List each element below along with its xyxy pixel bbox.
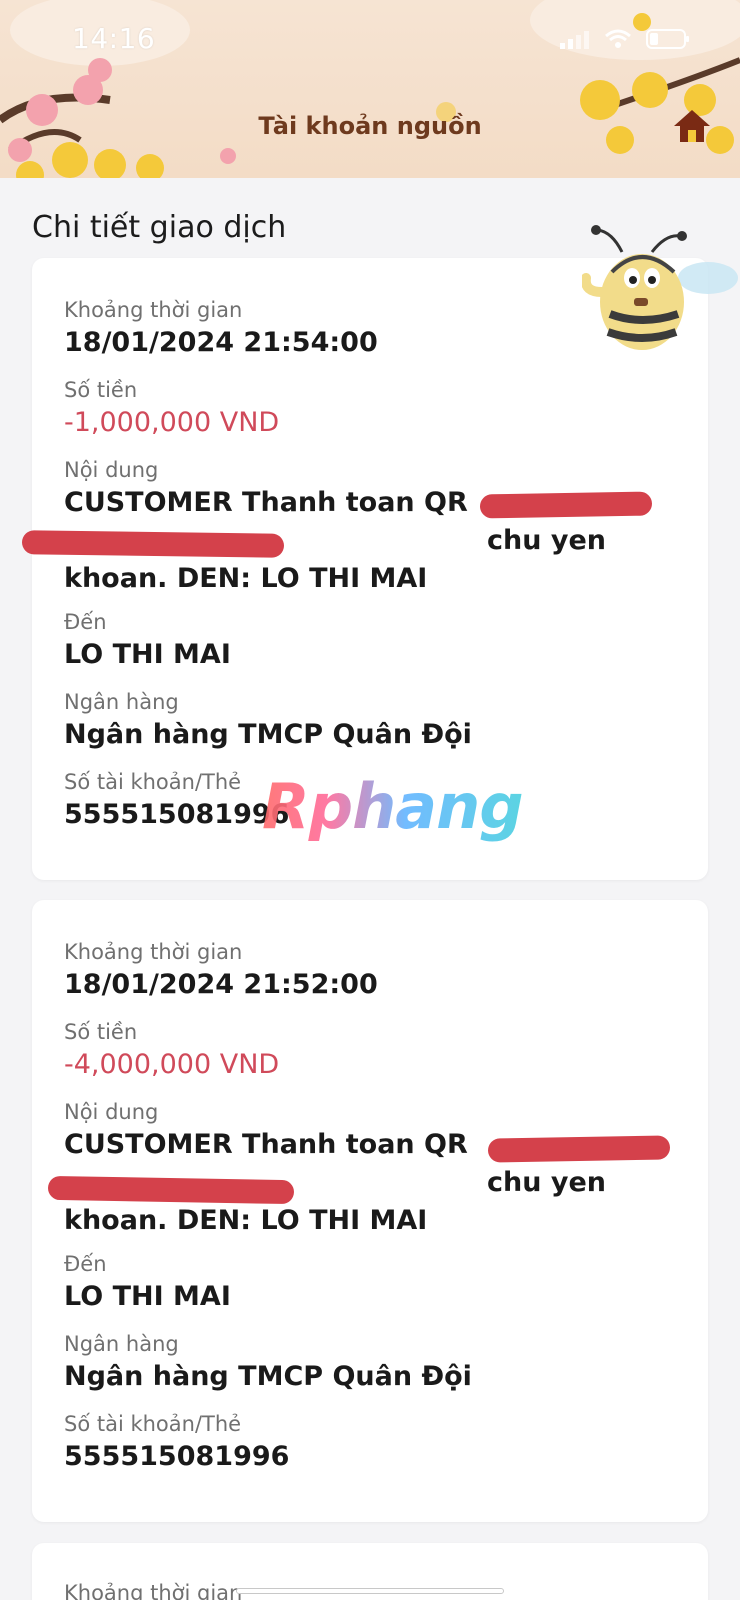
amount-value: -1,000,000 VND [64, 407, 280, 438]
bank-value: Ngân hàng TMCP Quân Đội [64, 1361, 472, 1392]
account-row: Số tài khoản/Thẻ 555515081996 [64, 1412, 678, 1476]
watermark-logo: Rphang [262, 770, 524, 843]
screen: 14:16 Tài khoản nguồn Chi tiết giao dịch… [0, 0, 740, 1600]
to-label: Đến [64, 1252, 107, 1276]
account-label: Số tài khoản/Thẻ [64, 1412, 242, 1436]
content-label: Nội dung [64, 1100, 159, 1124]
account-value: 555515081996 [64, 1441, 290, 1472]
transaction-card: Khoảng thời gian 18/01/2024 21:52:00 Số … [32, 900, 708, 1522]
bank-label: Ngân hàng [64, 1332, 179, 1356]
content-row: Nội dung CUSTOMER Thanh toan QR chu yen … [64, 1100, 678, 1240]
header: 14:16 Tài khoản nguồn [0, 0, 740, 178]
amount-row: Số tiền -4,000,000 VND [64, 1020, 678, 1084]
time-row: Khoảng thời gian 18/01/2024 21:52:00 [64, 940, 678, 1004]
bank-value: Ngân hàng TMCP Quân Đội [64, 719, 472, 750]
bee-mascot-icon [582, 225, 738, 350]
to-value: LO THI MAI [64, 639, 231, 670]
redaction-mark [479, 491, 653, 519]
signal-icon [560, 31, 589, 49]
home-icon [674, 110, 710, 142]
time-value: 18/01/2024 21:52:00 [64, 969, 378, 1000]
bank-label: Ngân hàng [64, 690, 179, 714]
amount-label: Số tiền [64, 1020, 138, 1044]
content-row: Nội dung CUSTOMER Thanh toan QR chu yen … [64, 458, 678, 598]
home-button[interactable] [670, 104, 714, 148]
to-value: LO THI MAI [64, 1281, 231, 1312]
bank-row: Ngân hàng Ngân hàng TMCP Quân Đội [64, 690, 678, 754]
redaction-mark [47, 1175, 295, 1205]
battery-icon [646, 29, 689, 49]
time-label: Khoảng thời gian [64, 940, 243, 964]
page-title: Tài khoản nguồn [258, 112, 482, 140]
to-row: Đến LO THI MAI [64, 610, 678, 674]
wifi-icon [605, 29, 631, 48]
content-label: Nội dung [64, 458, 159, 482]
home-indicator[interactable] [236, 1588, 504, 1594]
section-title: Chi tiết giao dịch [32, 210, 287, 245]
amount-label: Số tiền [64, 378, 138, 402]
status-time: 14:16 [72, 22, 156, 55]
to-row: Đến LO THI MAI [64, 1252, 678, 1316]
redaction-mark [21, 530, 285, 558]
redaction-mark [487, 1135, 671, 1163]
bank-row: Ngân hàng Ngân hàng TMCP Quân Đội [64, 1332, 678, 1396]
amount-value: -4,000,000 VND [64, 1049, 280, 1080]
amount-row: Số tiền -1,000,000 VND [64, 378, 678, 442]
to-label: Đến [64, 610, 107, 634]
status-icons [560, 28, 690, 50]
